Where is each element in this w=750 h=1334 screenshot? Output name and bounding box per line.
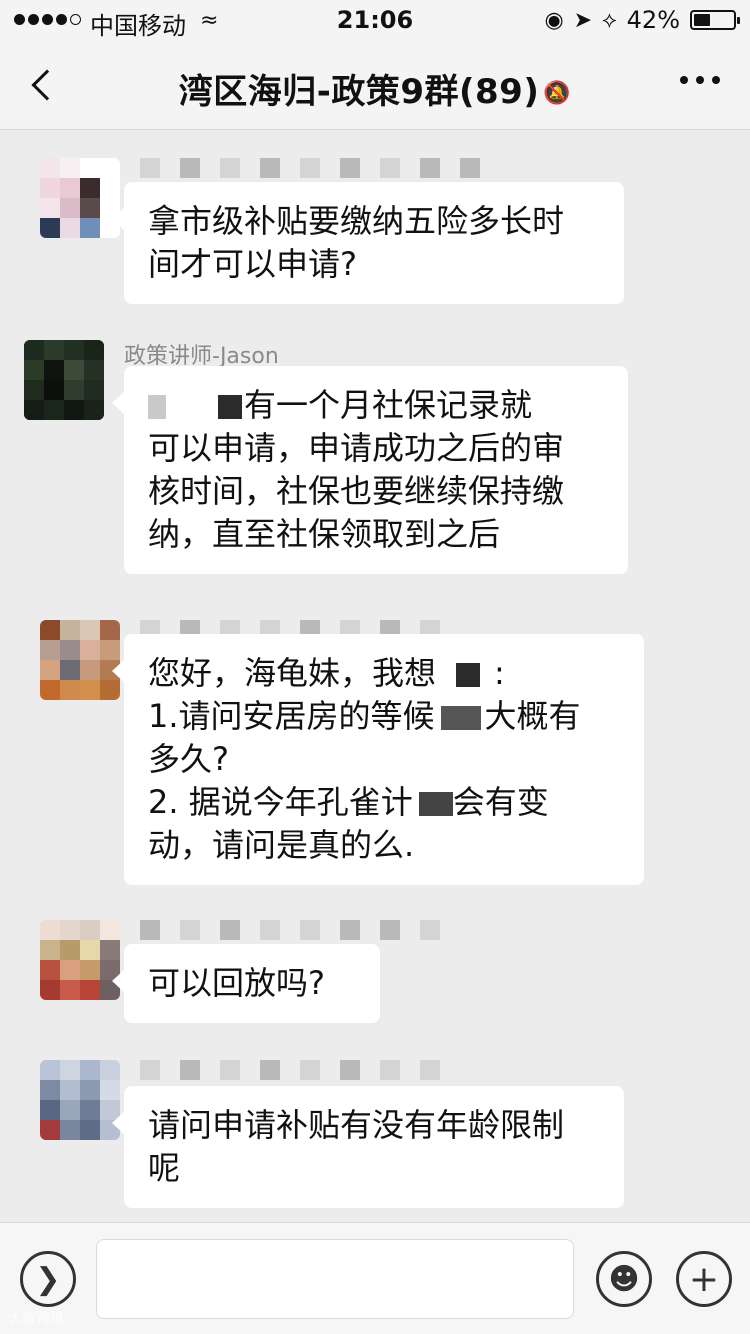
message-text-line: 核时间，社保也要继续保持缴 [148,472,565,510]
status-right: ◉ ➤ ⟡ 42% [544,6,740,34]
sender-name-blurred [140,1060,440,1082]
avatar[interactable] [24,340,104,420]
message-text-line: 呢 [148,1149,181,1187]
more-options-button[interactable] [680,76,720,84]
mute-bell-icon: 🔕 [543,81,572,106]
status-bar: 中国移动 ≈ 21:06 ◉ ➤ ⟡ 42% [0,0,750,40]
avatar[interactable] [40,920,120,1000]
message-text-line: 间才可以申请? [148,245,357,283]
redacted-block [440,706,481,730]
orientation-lock-icon: ◉ [544,7,564,33]
message-bubble[interactable]: 您好，海龟妹，我想: 1.请问安居房的等候 大概有 多久? 2. 据说今年孔雀计 会… [112,634,644,885]
message-bubble[interactable]: 有一个月社保记录就 可以申请，申请成功之后的审 核时间，社保也要继续保持缴 纳，… [112,366,628,574]
chat-input-bar: ❯ ☻ + 大数跨境 [0,1222,750,1334]
redacted-mention [148,384,244,427]
message-bubble[interactable]: 拿市级补贴要缴纳五险多长时 间才可以申请? [112,182,624,304]
bluetooth-icon: ⟡ [602,7,617,33]
emoji-icon[interactable]: ☻ [596,1251,652,1307]
message-text-fragment: 有一个月社保记录就 [244,386,533,424]
sender-name-blurred [140,920,440,942]
message-text-line: 可以申请，申请成功之后的审 [148,429,565,467]
voice-icon[interactable]: ❯ [20,1251,76,1307]
message-text-fragment: 大概有 [484,697,581,735]
message-text-fragment: 您好，海龟妹，我想 [148,654,437,692]
avatar[interactable] [40,620,120,700]
plus-icon[interactable]: + [676,1251,732,1307]
message-text-line: 2. 据说今年孔雀计 会有变 [148,781,620,824]
message-bubble[interactable]: 请问申请补贴有没有年龄限制 呢 [112,1086,624,1208]
chat-title: 湾区海归-政策9群(89) [178,72,540,112]
avatar[interactable] [40,1060,120,1140]
battery-fill [694,14,710,26]
message-input[interactable] [96,1239,574,1319]
message-text-line: 您好，海龟妹，我想: [148,652,620,695]
chat-title-row: 湾区海归-政策9群(89) 🔕 [0,64,750,113]
message-text-line: 动，请问是真的么. [148,826,415,864]
message-text-line: 拿市级补贴要缴纳五险多长时 [148,202,565,240]
message-bubble[interactable]: 可以回放吗? [112,944,380,1023]
redacted-block [456,663,481,687]
message-text-fragment: 1.请问安居房的等候 [148,697,435,735]
message-text-line: 纳，直至社保领取到之后 [148,515,501,553]
message-text-line: 有一个月社保记录就 [148,384,604,427]
message-text-line: 1.请问安居房的等候 大概有 [148,695,620,738]
message-text-fragment: 会有变 [452,783,549,821]
location-icon: ➤ [573,7,593,33]
message-text-line: 多久? [148,740,229,778]
message-text-line: 请问申请补贴有没有年龄限制 [148,1106,565,1144]
battery-icon [690,10,740,30]
redacted-block [418,792,453,816]
battery-percent: 42% [626,6,680,34]
sender-name-blurred [140,158,480,180]
message-text-line: 可以回放吗? [148,964,325,1002]
chat-header: 湾区海归-政策9群(89) 🔕 [0,40,750,130]
avatar[interactable] [40,158,120,238]
watermark: 大数跨境 [8,1311,64,1327]
message-text-fragment: : [494,654,505,692]
message-text-fragment: 2. 据说今年孔雀计 [148,783,413,821]
